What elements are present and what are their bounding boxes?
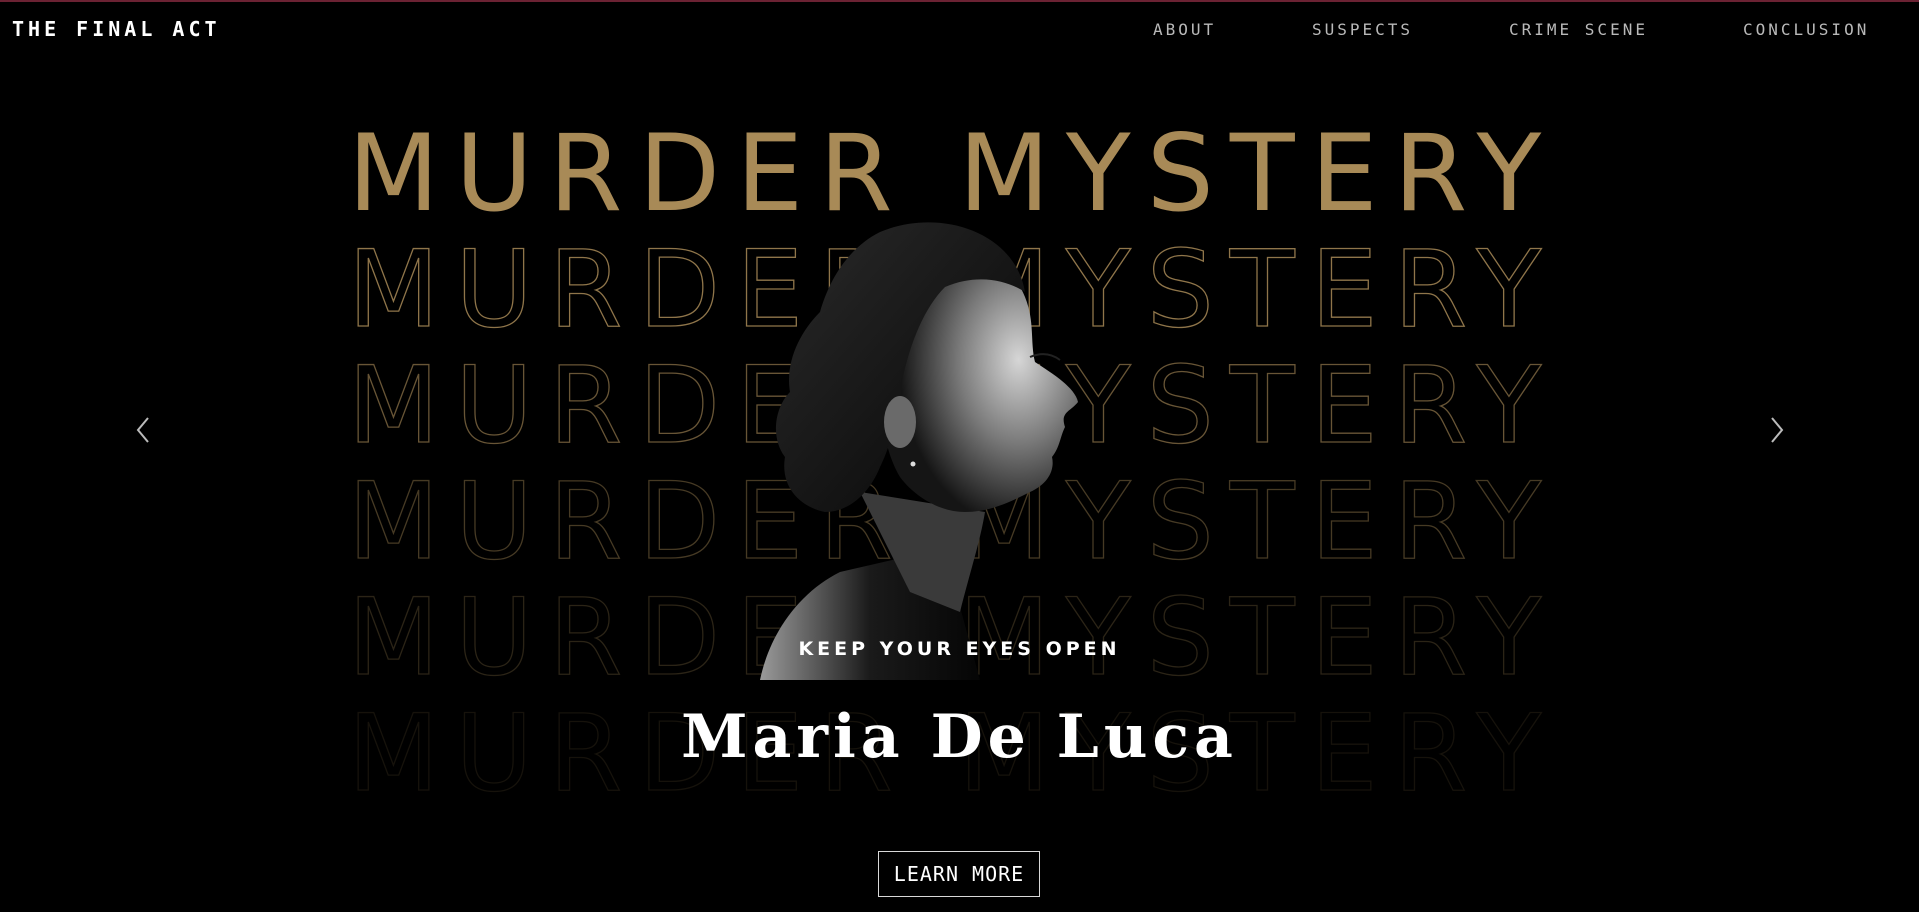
top-accent-line	[0, 0, 1919, 2]
hero-tagline: KEEP YOUR EYES OPEN	[798, 638, 1121, 660]
suspect-name: Maria De Luca	[681, 702, 1238, 772]
chevron-left-icon[interactable]	[130, 414, 158, 446]
nav-item-suspects[interactable]: SUSPECTS	[1312, 20, 1413, 39]
chevron-right-icon[interactable]	[1762, 414, 1790, 446]
suspect-portrait	[730, 212, 1120, 680]
site-brand[interactable]: THE FINAL ACT	[12, 17, 221, 41]
nav-item-conclusion[interactable]: CONCLUSION	[1743, 20, 1869, 39]
nav-item-crime-scene[interactable]: CRIME SCENE	[1509, 20, 1648, 39]
nav-item-about[interactable]: ABOUT	[1153, 20, 1216, 39]
learn-more-button[interactable]: LEARN MORE	[878, 851, 1040, 897]
